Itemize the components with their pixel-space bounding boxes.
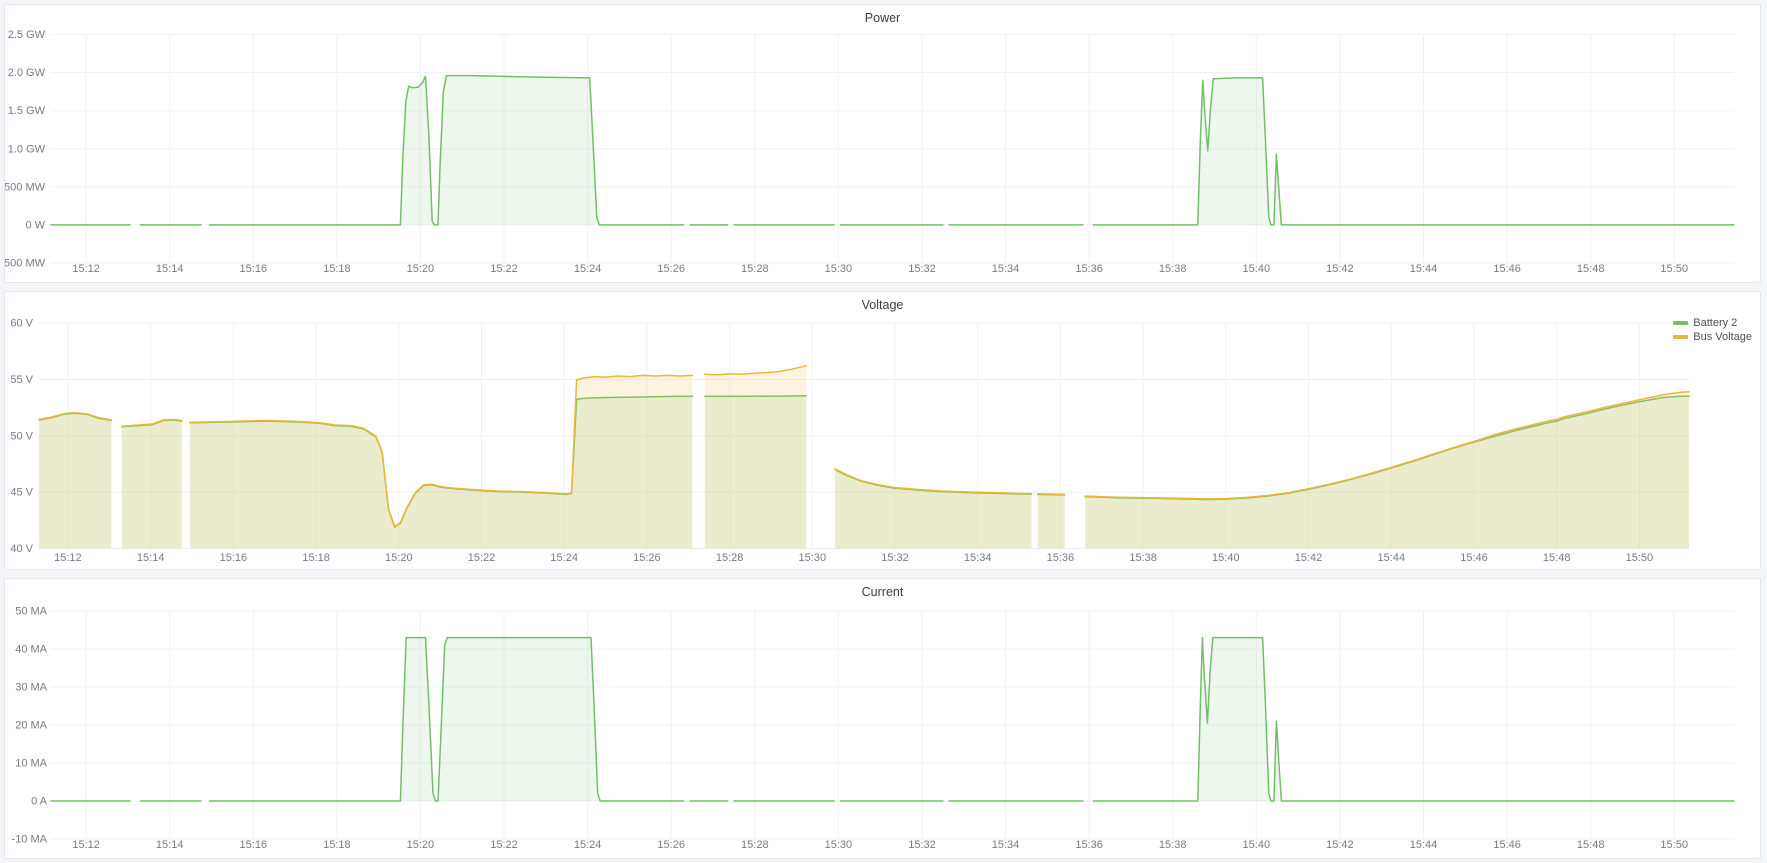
svg-text:15:16: 15:16 — [220, 552, 248, 564]
svg-text:15:36: 15:36 — [1075, 839, 1103, 851]
svg-text:1.5 GW: 1.5 GW — [8, 105, 46, 117]
svg-text:-500 MW: -500 MW — [5, 258, 46, 270]
svg-text:15:28: 15:28 — [741, 263, 769, 275]
svg-text:0 A: 0 A — [31, 796, 48, 808]
panel-title-voltage[interactable]: Voltage — [5, 292, 1760, 316]
svg-text:15:36: 15:36 — [1075, 263, 1103, 275]
svg-text:30 MA: 30 MA — [15, 682, 47, 694]
legend-item-bus-voltage[interactable]: Bus Voltage — [1673, 330, 1752, 344]
voltage-chart-canvas[interactable]: 60 V 55 V 50 V 45 V 40 V 15:12 15:14 15:16 15:18… — [5, 292, 1760, 569]
svg-text:15:32: 15:32 — [881, 552, 909, 564]
svg-text:15:14: 15:14 — [156, 263, 184, 275]
svg-text:15:20: 15:20 — [407, 839, 435, 851]
svg-text:15:18: 15:18 — [302, 552, 330, 564]
svg-text:15:38: 15:38 — [1129, 552, 1157, 564]
svg-text:15:48: 15:48 — [1577, 263, 1605, 275]
svg-text:15:30: 15:30 — [825, 263, 853, 275]
svg-text:15:30: 15:30 — [825, 839, 853, 851]
svg-text:15:42: 15:42 — [1295, 552, 1323, 564]
panel-power: Power 2.5 GW 2.0 GW 1.5 GW 1.0 GW 500 MW 0 W -… — [4, 4, 1761, 283]
svg-text:15:24: 15:24 — [574, 263, 602, 275]
svg-text:15:48: 15:48 — [1543, 552, 1571, 564]
svg-text:15:44: 15:44 — [1378, 552, 1406, 564]
svg-text:15:14: 15:14 — [156, 839, 184, 851]
svg-text:15:28: 15:28 — [741, 839, 769, 851]
svg-text:60 V: 60 V — [10, 318, 33, 330]
svg-text:55 V: 55 V — [10, 374, 33, 386]
svg-text:15:46: 15:46 — [1460, 552, 1488, 564]
svg-text:40 V: 40 V — [10, 543, 33, 555]
svg-text:15:26: 15:26 — [657, 839, 685, 851]
svg-text:15:22: 15:22 — [490, 839, 518, 851]
svg-text:15:22: 15:22 — [490, 263, 518, 275]
svg-text:15:24: 15:24 — [574, 839, 602, 851]
svg-text:15:24: 15:24 — [550, 552, 578, 564]
svg-text:45 V: 45 V — [10, 487, 33, 499]
svg-text:15:32: 15:32 — [908, 839, 936, 851]
svg-text:15:32: 15:32 — [908, 263, 936, 275]
svg-text:15:46: 15:46 — [1493, 263, 1521, 275]
current-chart-canvas[interactable]: 50 MA 40 MA 30 MA 20 MA 10 MA 0 A -10 MA 15:12 1… — [5, 579, 1760, 858]
battery-2-swatch-icon — [1673, 321, 1688, 325]
bus-voltage-swatch-icon — [1673, 335, 1688, 339]
svg-text:2.5 GW: 2.5 GW — [8, 29, 46, 41]
svg-text:15:12: 15:12 — [54, 552, 82, 564]
svg-text:15:44: 15:44 — [1410, 839, 1438, 851]
svg-text:15:20: 15:20 — [385, 552, 413, 564]
svg-text:0 W: 0 W — [25, 219, 45, 231]
svg-text:15:50: 15:50 — [1660, 839, 1688, 851]
svg-text:50 MA: 50 MA — [15, 606, 47, 618]
svg-text:15:46: 15:46 — [1493, 839, 1521, 851]
svg-text:15:30: 15:30 — [799, 552, 827, 564]
svg-text:15:34: 15:34 — [992, 839, 1020, 851]
power-chart-canvas[interactable]: 2.5 GW 2.0 GW 1.5 GW 1.0 GW 500 MW 0 W -500 MW… — [5, 5, 1760, 282]
svg-text:15:50: 15:50 — [1660, 263, 1688, 275]
panel-title-power[interactable]: Power — [5, 5, 1760, 29]
svg-text:15:18: 15:18 — [323, 839, 351, 851]
svg-text:15:18: 15:18 — [323, 263, 351, 275]
svg-text:15:12: 15:12 — [72, 263, 100, 275]
svg-text:15:40: 15:40 — [1243, 263, 1271, 275]
svg-text:15:16: 15:16 — [240, 263, 268, 275]
svg-text:40 MA: 40 MA — [15, 644, 47, 656]
svg-text:15:14: 15:14 — [137, 552, 165, 564]
legend-item-battery-2[interactable]: Battery 2 — [1673, 316, 1752, 330]
svg-text:50 V: 50 V — [10, 430, 33, 442]
panel-voltage: Voltage 60 V 55 V 50 V 45 V 40 V 15:12 15:14 15… — [4, 291, 1761, 570]
svg-text:15:42: 15:42 — [1326, 839, 1354, 851]
svg-text:15:16: 15:16 — [240, 839, 268, 851]
svg-text:-10 MA: -10 MA — [12, 834, 48, 846]
svg-text:15:36: 15:36 — [1047, 552, 1075, 564]
svg-text:2.0 GW: 2.0 GW — [8, 67, 46, 79]
grafana-dashboard: Power 2.5 GW 2.0 GW 1.5 GW 1.0 GW 500 MW 0 W -… — [0, 0, 1767, 863]
legend-label-battery-2: Battery 2 — [1693, 317, 1737, 329]
svg-text:15:48: 15:48 — [1577, 839, 1605, 851]
svg-text:15:34: 15:34 — [992, 263, 1020, 275]
svg-text:15:20: 15:20 — [407, 263, 435, 275]
legend-label-bus-voltage: Bus Voltage — [1693, 331, 1752, 343]
svg-text:15:38: 15:38 — [1159, 263, 1187, 275]
legend: Battery 2 Bus Voltage — [1673, 316, 1752, 344]
svg-text:500 MW: 500 MW — [5, 181, 46, 193]
panel-current: Current 50 MA 40 MA 30 MA 20 MA 10 MA 0 A -10 … — [4, 578, 1761, 859]
panel-title-current[interactable]: Current — [5, 579, 1760, 603]
svg-text:15:40: 15:40 — [1243, 839, 1271, 851]
svg-text:15:50: 15:50 — [1626, 552, 1654, 564]
svg-text:15:28: 15:28 — [716, 552, 744, 564]
svg-text:15:26: 15:26 — [657, 263, 685, 275]
svg-text:15:38: 15:38 — [1159, 839, 1187, 851]
svg-text:15:26: 15:26 — [633, 552, 661, 564]
svg-text:15:34: 15:34 — [964, 552, 992, 564]
svg-text:15:44: 15:44 — [1410, 263, 1438, 275]
svg-text:15:12: 15:12 — [72, 839, 100, 851]
svg-text:10 MA: 10 MA — [15, 758, 47, 770]
svg-text:15:40: 15:40 — [1212, 552, 1240, 564]
svg-text:15:22: 15:22 — [468, 552, 496, 564]
svg-text:1.0 GW: 1.0 GW — [8, 143, 46, 155]
svg-text:15:42: 15:42 — [1326, 263, 1354, 275]
svg-text:20 MA: 20 MA — [15, 720, 47, 732]
